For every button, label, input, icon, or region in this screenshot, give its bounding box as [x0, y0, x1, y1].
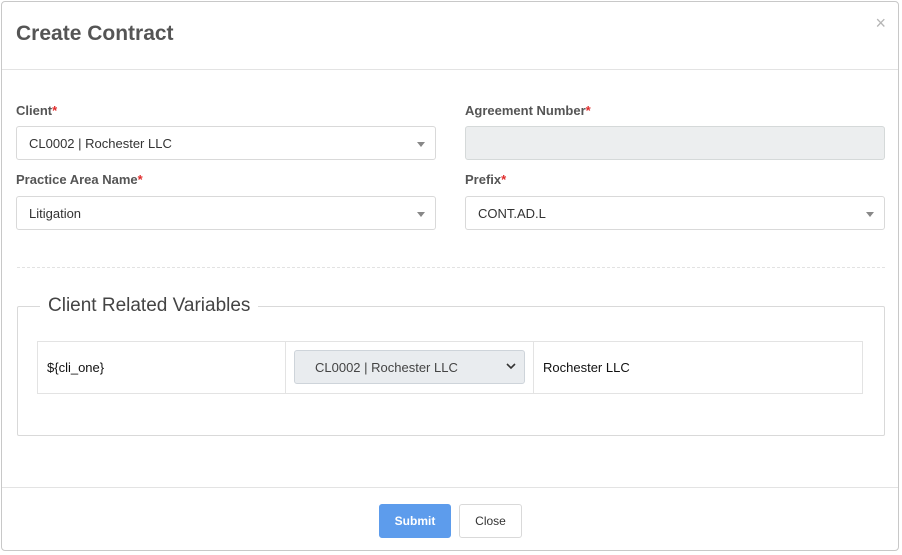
- agreement-number-input[interactable]: [465, 126, 885, 160]
- variable-client-select[interactable]: CL0002 | Rochester LLC: [294, 350, 525, 384]
- table-row: ${cli_one} CL0002 | Rochester LLC Roches…: [37, 341, 863, 394]
- practice-area-label: Practice Area Name*: [16, 172, 143, 187]
- variable-name: ${cli_one}: [47, 360, 105, 375]
- variable-select-cell: CL0002 | Rochester LLC: [286, 342, 534, 393]
- modal-title: Create Contract: [16, 22, 174, 45]
- client-select-value: CL0002 | Rochester LLC: [29, 136, 172, 151]
- client-label-text: Client: [16, 103, 53, 118]
- prefix-label-text: Prefix: [465, 172, 502, 187]
- submit-button[interactable]: Submit: [379, 504, 451, 538]
- required-mark: *: [52, 103, 58, 118]
- practice-area-label-text: Practice Area Name: [16, 172, 138, 187]
- practice-area-select[interactable]: Litigation: [16, 196, 436, 230]
- practice-area-select-value: Litigation: [29, 206, 82, 221]
- required-mark: *: [501, 172, 507, 187]
- resolved-value-cell: Rochester LLC: [534, 342, 862, 393]
- caret-down-icon: [866, 212, 874, 217]
- prefix-label: Prefix*: [465, 172, 506, 187]
- close-button[interactable]: Close: [459, 504, 522, 538]
- resolved-value: Rochester LLC: [543, 360, 630, 375]
- prefix-select[interactable]: CONT.AD.L: [465, 196, 885, 230]
- chevron-down-icon: [506, 360, 516, 374]
- variable-cell: ${cli_one}: [38, 342, 286, 393]
- agreement-number-label: Agreement Number*: [465, 103, 591, 118]
- client-select[interactable]: CL0002 | Rochester LLC: [16, 126, 436, 160]
- agreement-number-label-text: Agreement Number: [465, 103, 586, 118]
- caret-down-icon: [417, 142, 425, 147]
- modal-header: Create Contract ×: [2, 2, 898, 70]
- client-variables-legend: Client Related Variables: [48, 295, 251, 316]
- required-mark: *: [585, 103, 591, 118]
- client-label: Client*: [16, 103, 57, 118]
- prefix-select-value: CONT.AD.L: [478, 206, 546, 221]
- modal-footer: Submit Close: [2, 487, 898, 551]
- section-divider: [17, 267, 885, 268]
- caret-down-icon: [417, 212, 425, 217]
- create-contract-modal: Create Contract × Client* CL0002 | Roche…: [1, 1, 899, 551]
- required-mark: *: [137, 172, 143, 187]
- variable-client-select-value: CL0002 | Rochester LLC: [315, 360, 458, 375]
- close-icon[interactable]: ×: [875, 14, 886, 32]
